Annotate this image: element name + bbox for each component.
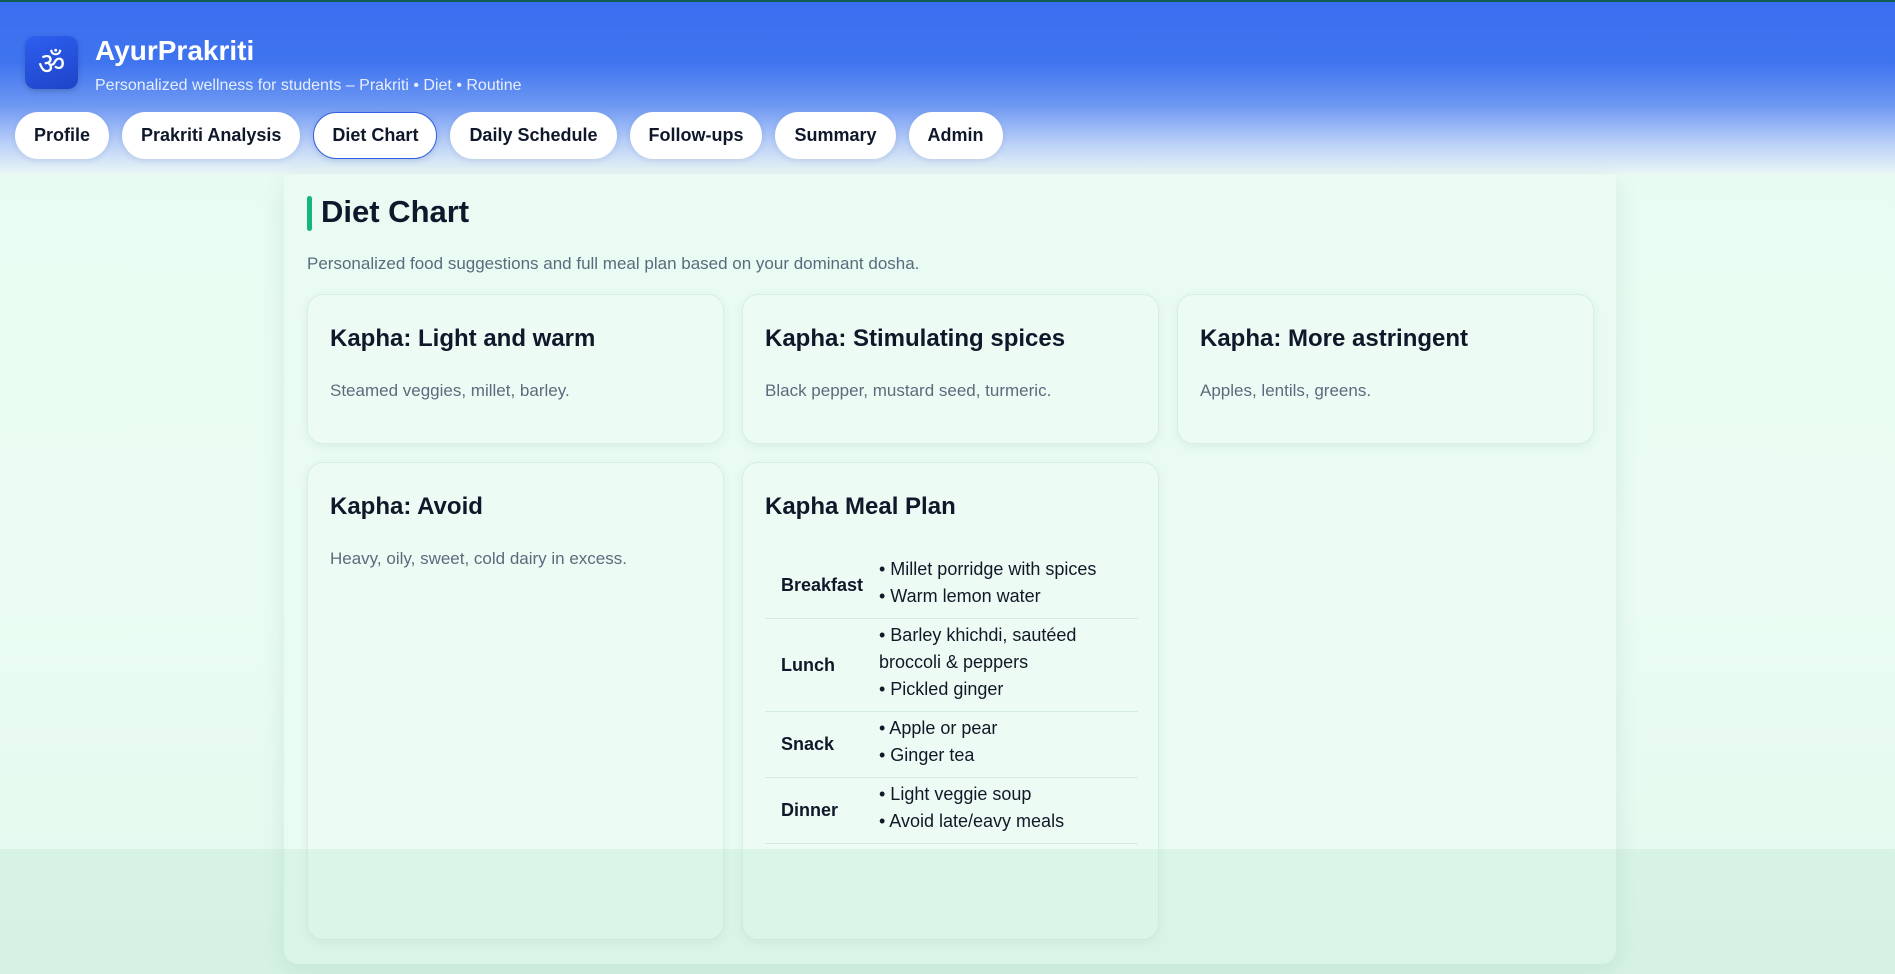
app-title: AyurPrakriti: [95, 35, 255, 66]
table-row: Lunch • Barley khichdi, sautéed broccoli…: [765, 618, 1138, 712]
tab-follow-ups[interactable]: Follow-ups: [629, 112, 763, 159]
diet-card-avoid: Kapha: Avoid Heavy, oily, sweet, cold da…: [307, 462, 724, 940]
meal-item: • Apple or pear: [879, 718, 998, 738]
meal-item: • Ginger tea: [879, 745, 975, 765]
card-title: Kapha: Stimulating spices: [765, 325, 1066, 352]
meal-name: Snack: [765, 711, 878, 778]
meal-name: Dinner: [765, 777, 878, 844]
app-subtitle: Personalized wellness for students – Pra…: [95, 77, 522, 94]
meal-name: Breakfast: [765, 553, 878, 619]
card-text: Black pepper, mustard seed, turmeric.: [765, 381, 1052, 400]
card-title: Kapha: Light and warm: [330, 325, 596, 352]
tab-summary[interactable]: Summary: [775, 112, 896, 159]
meal-items: • Millet porridge with spices • Warm lem…: [878, 553, 1138, 619]
meal-items: • Light veggie soup • Avoid late/eavy me…: [878, 777, 1138, 844]
diet-card-stimulating-spices: Kapha: Stimulating spices Black pepper, …: [742, 294, 1159, 444]
card-title: Kapha: Avoid: [330, 493, 483, 520]
page-title: Diet Chart: [321, 194, 470, 229]
card-text: Steamed veggies, millet, barley.: [330, 381, 570, 400]
meal-item: • Avoid late/eavy meals: [879, 811, 1065, 831]
tab-prakriti-analysis[interactable]: Prakriti Analysis: [122, 112, 301, 159]
card-text: Heavy, oily, sweet, cold dairy in excess…: [330, 549, 627, 568]
card-text: Apples, lentils, greens.: [1200, 381, 1372, 400]
tab-daily-schedule[interactable]: Daily Schedule: [450, 112, 617, 159]
meal-item: • Light veggie soup: [879, 784, 1032, 804]
diet-card-light-warm: Kapha: Light and warm Steamed veggies, m…: [307, 294, 724, 444]
table-row: Breakfast • Millet porridge with spices …: [765, 553, 1138, 619]
card-title: Kapha: More astringent: [1200, 325, 1469, 352]
meal-item: • Pickled ginger: [879, 679, 1004, 699]
page-description: Personalized food suggestions and full m…: [307, 254, 920, 273]
tab-profile[interactable]: Profile: [15, 112, 110, 159]
tab-diet-chart[interactable]: Diet Chart: [313, 112, 438, 159]
section-accent-bar: [307, 196, 312, 231]
meal-items: • Barley khichdi, sautéed broccoli & pep…: [878, 618, 1138, 712]
app-header: ॐ AyurPrakriti Personalized wellness for…: [0, 2, 1895, 174]
meal-items: • Apple or pear • Ginger tea: [878, 711, 1138, 778]
meal-name: Lunch: [765, 618, 878, 712]
table-row: Dinner • Light veggie soup • Avoid late/…: [765, 777, 1138, 844]
meal-item: • Warm lemon water: [879, 586, 1041, 606]
meal-plan-table: Breakfast • Millet porridge with spices …: [765, 553, 1138, 844]
main-nav: Profile Prakriti Analysis Diet Chart Dai…: [15, 112, 1003, 159]
table-row: Snack • Apple or pear • Ginger tea: [765, 711, 1138, 778]
diet-card-more-astringent: Kapha: More astringent Apples, lentils, …: [1177, 294, 1594, 444]
om-logo-icon: ॐ: [25, 36, 78, 89]
meal-plan-title: Kapha Meal Plan: [765, 493, 956, 520]
meal-plan-card: Kapha Meal Plan Breakfast • Millet porri…: [742, 462, 1159, 940]
meal-item: • Barley khichdi, sautéed broccoli & pep…: [879, 625, 1077, 672]
meal-item: • Millet porridge with spices: [879, 559, 1097, 579]
tab-admin[interactable]: Admin: [908, 112, 1003, 159]
